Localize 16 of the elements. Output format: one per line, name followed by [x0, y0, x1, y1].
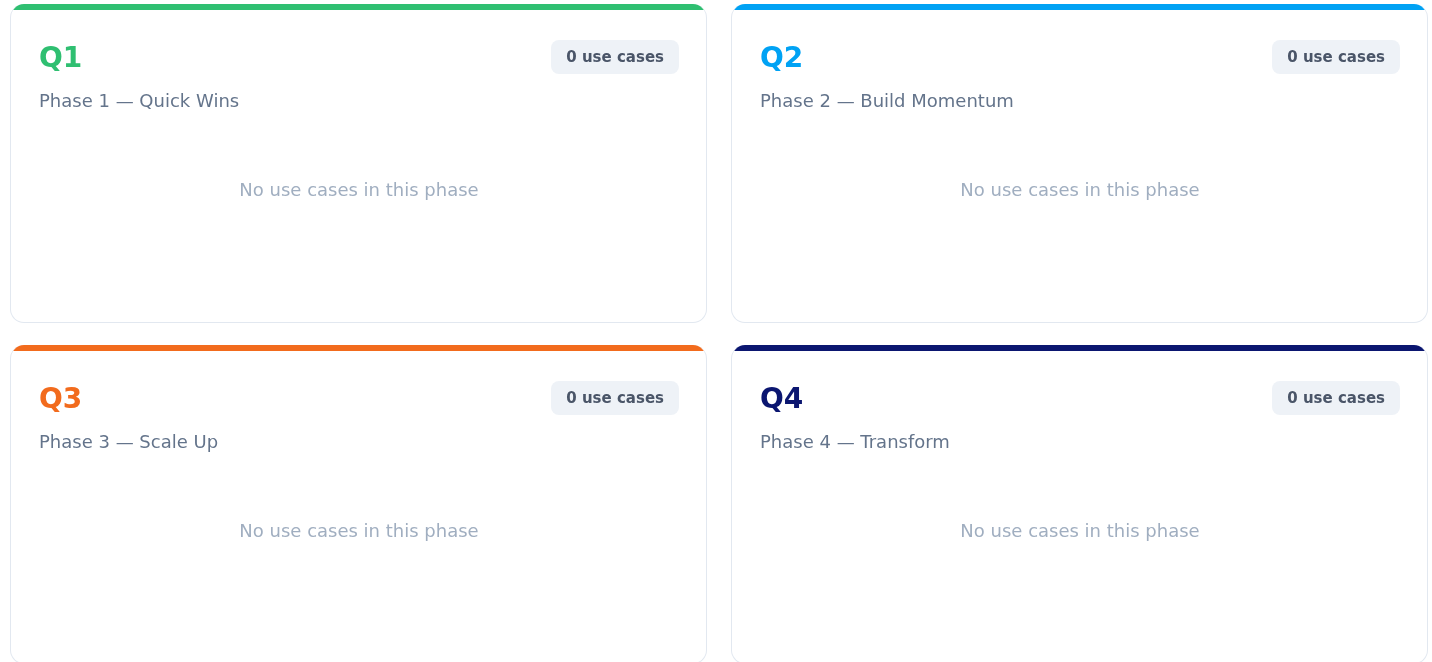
count-badge: 0 use cases: [551, 381, 679, 415]
quarter-label: Q3: [39, 381, 83, 415]
phase-title: Phase 1 — Quick Wins: [39, 90, 241, 111]
empty-message: No use cases in this phase: [960, 520, 1200, 541]
empty-message: No use cases in this phase: [239, 520, 479, 541]
count-badge: 0 use cases: [1272, 40, 1400, 74]
count-badge: 0 use cases: [1272, 381, 1400, 415]
quarter-label: Q1: [39, 40, 83, 74]
empty-message: No use cases in this phase: [239, 179, 479, 200]
quarter-label: Q2: [760, 40, 804, 74]
phase-title: Phase 2 — Build Momentum: [760, 90, 1015, 111]
phase-title: Phase 3 — Scale Up: [39, 431, 220, 452]
empty-message: No use cases in this phase: [960, 179, 1200, 200]
count-badge: 0 use cases: [551, 40, 679, 74]
phase-title: Phase 4 — Transform: [760, 431, 951, 452]
quarter-label: Q4: [760, 381, 804, 415]
